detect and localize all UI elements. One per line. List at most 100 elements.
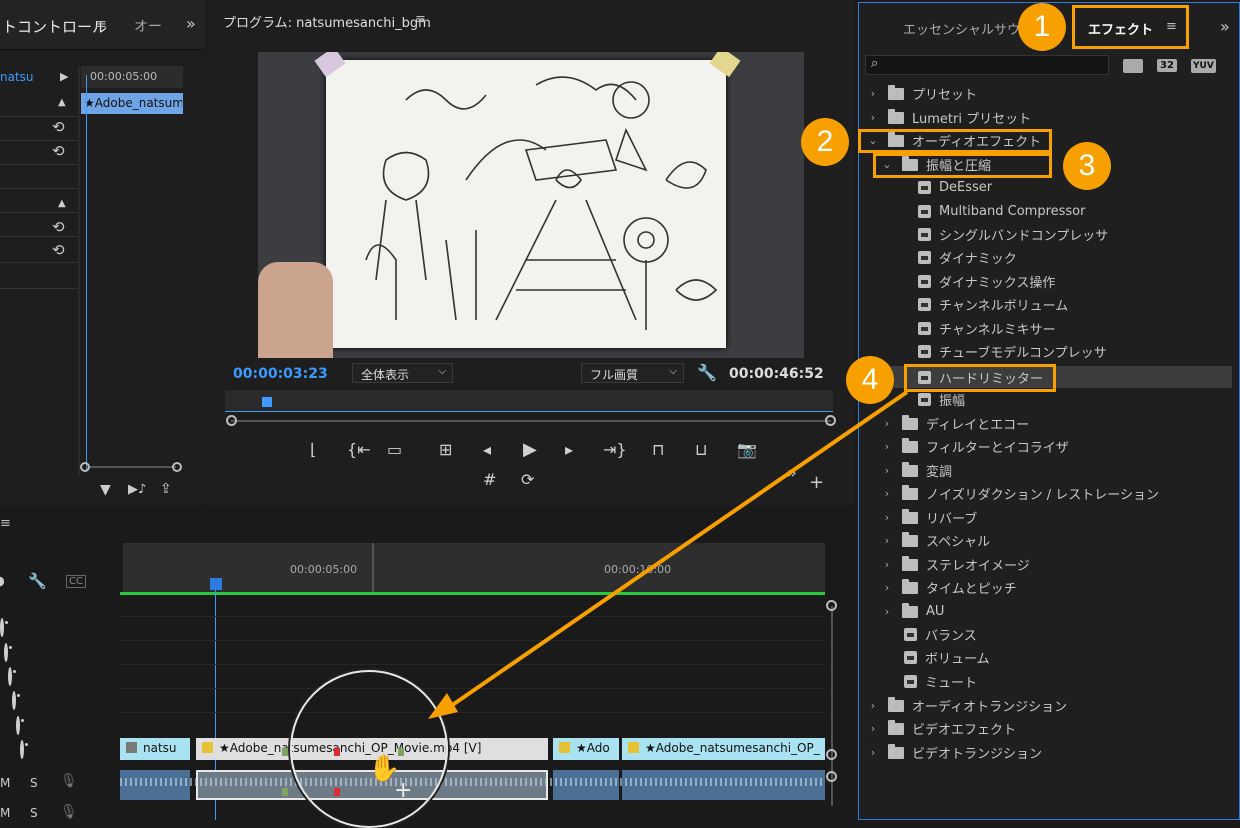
panel-menu-icon[interactable]: ≡ xyxy=(0,516,11,531)
scroll-handle[interactable] xyxy=(826,749,837,760)
reset-icon[interactable]: ⟲ xyxy=(52,118,65,136)
tree-item-folder[interactable]: › ビデオエフェクト xyxy=(866,717,1232,740)
mic-icon[interactable]: 🎙 xyxy=(60,804,78,820)
reset-icon[interactable]: ⟲ xyxy=(52,218,65,236)
overflow-icon[interactable]: » xyxy=(186,14,196,33)
mute-toggle[interactable]: M xyxy=(0,776,10,790)
tree-item-folder[interactable]: › ビデオトランジション xyxy=(866,741,1232,764)
camera-icon[interactable]: 📷 xyxy=(737,440,757,459)
zoom-select[interactable]: 全体表示 ⌵ xyxy=(352,363,453,383)
tree-item-folder[interactable]: › ステレオイメージ xyxy=(866,553,1232,576)
quality-select[interactable]: フル画質 ⌵ xyxy=(581,363,684,383)
eye-icon[interactable] xyxy=(20,740,24,759)
tree-item-folder[interactable]: › フィルターとイコライザ xyxy=(866,435,1232,458)
tree-item-effect[interactable]: Multiband Compressor xyxy=(866,200,1232,223)
solo-toggle[interactable]: S xyxy=(30,776,38,790)
eye-icon[interactable] xyxy=(16,716,20,735)
reset-icon[interactable]: ⟲ xyxy=(52,241,65,259)
safe-margins-icon[interactable]: # xyxy=(483,470,496,489)
solo-toggle[interactable]: S xyxy=(30,806,38,820)
tree-item-effect[interactable]: チューブモデルコンプレッサ xyxy=(866,340,1232,363)
panel-menu-icon[interactable]: ≡ xyxy=(96,17,107,32)
lift-icon[interactable]: ▭ xyxy=(387,440,402,459)
tree-item-effect[interactable]: DeEsser xyxy=(866,176,1232,199)
panel-title[interactable]: トコントロール xyxy=(2,16,107,37)
zoom-handle-left[interactable] xyxy=(226,415,237,426)
search-input[interactable] xyxy=(865,55,1109,75)
work-area-bar[interactable] xyxy=(120,592,825,595)
scroll-handle[interactable] xyxy=(826,771,837,782)
add-button-icon[interactable]: + xyxy=(809,472,824,493)
tree-item-presets[interactable]: › プリセット xyxy=(866,82,1232,105)
insert-icon[interactable]: ⊓ xyxy=(652,440,664,459)
overflow-icon[interactable]: » xyxy=(1220,17,1230,36)
step-back-icon[interactable]: ◂ xyxy=(483,440,491,459)
scrub-bar[interactable] xyxy=(225,390,833,412)
tab-essential-sound[interactable]: エッセンシャルサウ xyxy=(903,19,1035,38)
tree-item-folder[interactable]: › AU xyxy=(866,600,1232,623)
captions-icon[interactable]: CC xyxy=(66,575,86,588)
eye-icon[interactable] xyxy=(4,643,8,662)
mic-icon[interactable]: 🎙 xyxy=(60,773,78,789)
tree-item-folder[interactable]: › オーディオトランジション xyxy=(866,694,1232,717)
tree-item-effect[interactable]: チャンネルボリューム xyxy=(866,293,1232,316)
timeline-ruler[interactable] xyxy=(123,543,825,593)
current-timecode[interactable]: 00:00:03:23 xyxy=(233,366,328,382)
tree-item-effect[interactable]: チャンネルミキサー xyxy=(866,317,1232,340)
snap-icon[interactable]: ◗ xyxy=(0,574,5,589)
tree-item-folder[interactable]: › リバーブ xyxy=(866,506,1232,529)
timeline-playhead[interactable] xyxy=(210,578,222,590)
yuv-effects-button[interactable]: YUV xyxy=(1191,59,1216,73)
scroll-handle[interactable] xyxy=(80,462,90,472)
tree-item-folder[interactable]: › スペシャル xyxy=(866,529,1232,552)
overwrite-icon[interactable]: ⊔ xyxy=(695,440,707,459)
video-frame[interactable] xyxy=(258,52,804,358)
tree-item-folder[interactable]: › 変調 xyxy=(866,459,1232,482)
vr-video-icon[interactable]: ⟳ xyxy=(521,470,534,489)
tab-audio[interactable]: オー xyxy=(134,16,162,36)
tree-item-folder[interactable]: › ディレイとエコー xyxy=(866,412,1232,435)
wrench-icon[interactable]: 🔧 xyxy=(697,363,717,382)
playhead-marker[interactable] xyxy=(262,397,272,407)
step-forward-icon[interactable]: ▸ xyxy=(565,440,573,459)
mini-playhead[interactable] xyxy=(86,75,87,470)
filter-icon[interactable]: ▼ xyxy=(100,482,111,498)
tree-item-lumetri-presets[interactable]: › Lumetri プリセット xyxy=(866,106,1232,129)
tree-item-effect[interactable]: ダイナミック xyxy=(866,246,1232,269)
eye-icon[interactable] xyxy=(0,618,4,637)
play-icon[interactable]: ▶ xyxy=(523,439,537,460)
play-audio-icon[interactable]: ▶♪ xyxy=(128,482,146,497)
tree-item-effect[interactable]: ミュート xyxy=(866,670,1232,693)
marker-icon[interactable]: ⊞ xyxy=(439,440,452,459)
tree-item-effect[interactable]: バランス xyxy=(866,623,1232,646)
video-clip[interactable]: ★Adobe_natsumesanchi_OP_ xyxy=(622,738,825,760)
overflow-icon[interactable]: » xyxy=(787,463,797,482)
accelerated-effects-icon[interactable] xyxy=(1123,59,1143,73)
collapse-icon[interactable]: ▲ xyxy=(58,97,66,108)
mark-in-icon[interactable]: ⌊ xyxy=(310,440,316,459)
scroll-handle[interactable] xyxy=(172,462,182,472)
tree-item-folder[interactable]: › タイムとピッチ xyxy=(866,576,1232,599)
video-clip[interactable]: natsu xyxy=(120,738,190,760)
tree-item-effect[interactable]: シングルバンドコンプレッサ xyxy=(866,223,1232,246)
tree-item-effect[interactable]: ボリューム xyxy=(866,646,1232,669)
mute-toggle[interactable]: M xyxy=(0,806,10,820)
scroll-handle[interactable] xyxy=(826,600,837,611)
export-icon[interactable]: ⇪ xyxy=(160,481,172,497)
play-only-icon[interactable]: ▶ xyxy=(60,70,68,83)
32bit-effects-button[interactable]: 32 xyxy=(1157,59,1177,72)
reset-icon[interactable]: ⟲ xyxy=(52,142,65,160)
program-title[interactable]: プログラム: natsumesanchi_bgm xyxy=(223,12,431,31)
collapse-icon[interactable]: ▲ xyxy=(58,198,66,209)
zoom-handle-right[interactable] xyxy=(825,415,836,426)
eye-icon[interactable] xyxy=(12,691,16,710)
wrench-icon[interactable]: 🔧 xyxy=(28,572,47,590)
panel-menu-icon[interactable]: ≡ xyxy=(415,12,426,27)
go-to-in-icon[interactable]: {⇤ xyxy=(347,440,371,459)
tree-item-folder[interactable]: › ノイズリダクション / レストレーション xyxy=(866,482,1232,505)
eye-icon[interactable] xyxy=(8,667,12,686)
tree-item-effect[interactable]: ダイナミックス操作 xyxy=(866,270,1232,293)
video-clip[interactable]: ★Ado xyxy=(553,738,619,760)
chevron-down-icon: ⌵ xyxy=(438,366,446,377)
go-to-out-icon[interactable]: ⇥} xyxy=(603,440,627,459)
